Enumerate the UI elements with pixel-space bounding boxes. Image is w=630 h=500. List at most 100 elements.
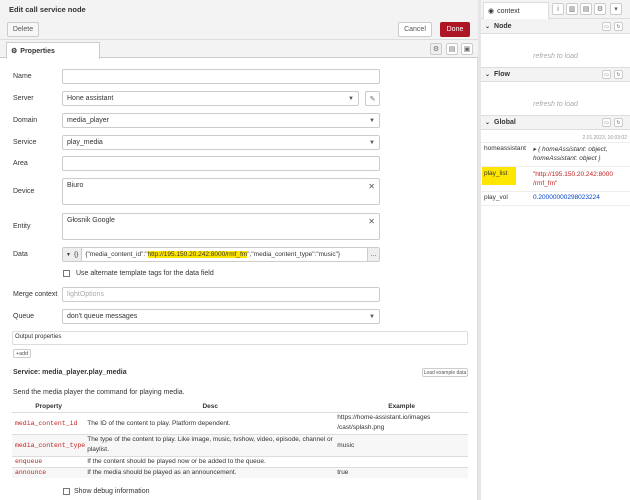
edit-dialog: Edit call service node Delete Cancel Don…: [0, 0, 478, 500]
chevron-down-icon: ▼: [369, 314, 375, 320]
context-sidebar: ◉ context i ▥ ▤ ⚙ ▾ ⌄ Node ▭ ↻ refresh t…: [481, 0, 630, 500]
node-refresh-icon[interactable]: ↻: [614, 22, 623, 31]
server-value: Hone assistant: [67, 95, 114, 102]
context-value-line: homeAssistant: object }: [533, 155, 601, 162]
node-refresh-text: refresh to load: [533, 53, 578, 60]
example-cell: [335, 456, 468, 467]
chevron-down-icon: ▼: [369, 118, 375, 124]
example-cell: https://home-assistant.io/images /cast/s…: [337, 414, 431, 431]
merge-context-label: Merge context: [13, 291, 58, 298]
alt-tags-checkbox[interactable]: [63, 270, 70, 277]
caret-down-icon: ▼: [66, 251, 71, 258]
service-select[interactable]: play_media ▼: [62, 135, 380, 150]
data-value: {"media_content_id":"http://195.150.20.2…: [85, 251, 340, 258]
desc-cell: The ID of the content to play. Platform …: [87, 419, 231, 427]
sidebar-menu-button[interactable]: ▾: [610, 3, 622, 15]
device-value: Biuro: [67, 182, 84, 189]
settings-tab-icon[interactable]: ⚙: [430, 43, 442, 55]
data-value-start: {"media_content_id":": [85, 251, 148, 258]
output-properties-box: [12, 331, 468, 345]
data-type-value: {}: [73, 251, 79, 258]
merge-context-placeholder: lightOptions: [67, 291, 104, 298]
context-value-line: "http://195.150.20.242:8000: [533, 171, 614, 178]
tab-context-label: context: [497, 7, 520, 15]
tab-properties-label: Properties: [20, 47, 55, 55]
tab-properties[interactable]: ⚙ Properties: [6, 42, 100, 59]
example-cell: true: [337, 469, 349, 477]
debug-icon[interactable]: ▤: [580, 3, 592, 15]
context-value[interactable]: ▸ { homeAssistant: object, homeAssistant…: [533, 145, 607, 163]
server-label: Server: [13, 95, 34, 102]
column-header-desc: Desc: [202, 402, 218, 410]
add-output-label: add: [19, 350, 29, 357]
desc-cell: The type of the content to play. Like im…: [87, 436, 333, 453]
property-cell: announce: [15, 469, 47, 477]
context-value[interactable]: 0.20000000298023224: [533, 194, 600, 201]
expand-editor-button[interactable]: …: [367, 248, 379, 261]
add-output-button[interactable]: + add: [13, 349, 31, 358]
close-icon[interactable]: ✕: [368, 217, 375, 226]
description-tab-icon[interactable]: ▤: [446, 43, 458, 55]
debug-label: Show debug information: [74, 488, 150, 495]
context-key: homeassistant: [484, 145, 526, 152]
table-row: media_content_id The ID of the content t…: [12, 412, 468, 434]
domain-value: media_player: [67, 117, 110, 124]
flow-section-title: Flow: [494, 71, 510, 78]
global-copy-icon[interactable]: ▭: [602, 118, 611, 127]
queue-select[interactable]: don't queue messages ▼: [62, 309, 380, 324]
output-properties-label: Output properties: [15, 334, 62, 340]
desc-cell: If the media should be played as an anno…: [87, 469, 237, 477]
flow-copy-icon[interactable]: ▭: [602, 70, 611, 79]
service-label: Service: [13, 139, 37, 146]
column-header-property: Property: [35, 402, 62, 410]
chevron-down-icon: ⌄: [485, 72, 491, 78]
config-icon[interactable]: ⚙: [594, 3, 606, 15]
cancel-button[interactable]: Cancel: [398, 22, 432, 37]
property-cell: media_content_id: [15, 419, 78, 427]
service-description: Send the media player the command for pl…: [13, 389, 185, 396]
queue-label: Queue: [13, 313, 35, 320]
table-row: announce If the media should be played a…: [12, 467, 468, 478]
device-field[interactable]: Biuro ✕: [62, 178, 380, 205]
dialog-title: Edit call service node: [9, 5, 86, 14]
appearance-tab-icon[interactable]: ▣: [461, 43, 473, 55]
domain-select[interactable]: media_player ▼: [62, 113, 380, 128]
context-value[interactable]: "http://195.150.20.242:8000 /rmf_fm": [533, 170, 613, 188]
data-label: Data: [13, 251, 28, 258]
globe-icon: ◉: [488, 8, 495, 15]
table-row: enqueue If the content should be played …: [12, 456, 468, 467]
edit-server-button[interactable]: ✎: [365, 91, 380, 106]
queue-value: don't queue messages: [67, 313, 138, 320]
service-value: play_media: [67, 139, 103, 146]
context-value-line: /rmf_fm": [533, 180, 558, 187]
info-icon[interactable]: i: [552, 3, 564, 15]
flow-refresh-icon[interactable]: ↻: [614, 70, 623, 79]
alt-tags-label: Use alternate template tags for the data…: [76, 270, 214, 277]
load-example-button[interactable]: Load example data: [422, 368, 468, 377]
name-input[interactable]: [62, 69, 380, 84]
done-button[interactable]: Done: [440, 22, 470, 37]
column-header-example: Example: [388, 402, 415, 410]
chevron-down-icon: ▼: [348, 96, 354, 102]
debug-checkbox[interactable]: [63, 488, 70, 495]
service-fields-table: Property Desc Example media_content_id T…: [12, 401, 468, 478]
data-url-highlight: http://195.150.20.242:8000/rmf_fm: [147, 251, 248, 258]
area-input[interactable]: [62, 156, 380, 171]
data-field[interactable]: ▼ {} {"media_content_id":"http://195.150…: [62, 247, 380, 262]
tab-context[interactable]: ◉ context: [483, 2, 549, 19]
context-key: play_vol: [484, 194, 508, 201]
close-icon[interactable]: ✕: [368, 182, 375, 191]
global-timestamp: 2.01.2023, 16:03:02: [582, 135, 628, 141]
service-doc-title: Service: media_player.play_media: [13, 369, 127, 376]
data-type-select[interactable]: ▼ {}: [63, 248, 83, 261]
area-label: Area: [13, 160, 28, 167]
domain-label: Domain: [13, 117, 38, 124]
node-copy-icon[interactable]: ▭: [602, 22, 611, 31]
merge-context-input[interactable]: lightOptions: [62, 287, 380, 302]
delete-button[interactable]: Delete: [7, 22, 39, 37]
server-select[interactable]: Hone assistant ▼: [62, 91, 359, 106]
entity-field[interactable]: Głosnik Google ✕: [62, 213, 380, 240]
book-icon[interactable]: ▥: [566, 3, 578, 15]
context-value-line: ▸ { homeAssistant: object,: [533, 146, 608, 153]
global-refresh-icon[interactable]: ↻: [614, 118, 623, 127]
